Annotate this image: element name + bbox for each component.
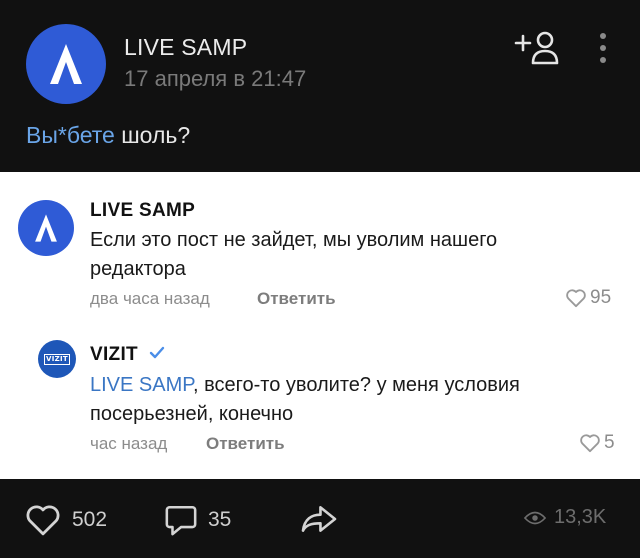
more-icon[interactable] bbox=[597, 32, 609, 64]
comment-text: LIVE SAMP, всего-то уволите? у меня усло… bbox=[90, 371, 590, 429]
heart-icon bbox=[566, 289, 586, 308]
post-date: 17 апреля в 21:47 bbox=[124, 66, 307, 91]
comment-like-count: 5 bbox=[604, 432, 615, 453]
comment-avatar[interactable] bbox=[18, 200, 74, 256]
comment-like-button[interactable]: 5 bbox=[579, 432, 615, 454]
comment-time: час назад bbox=[90, 434, 168, 453]
comment-like-button[interactable]: 95 bbox=[565, 287, 611, 309]
post-text-rest: шоль? bbox=[114, 122, 191, 148]
comment-author-name: VIZIT bbox=[90, 344, 138, 365]
heart-icon bbox=[580, 434, 600, 453]
comment-text: Если это пост не зайдет, мы уволим нашег… bbox=[90, 229, 498, 280]
live-samp-logo-icon bbox=[50, 44, 82, 84]
vizit-logo: VIZIT bbox=[44, 353, 70, 365]
comment-avatar[interactable]: VIZIT bbox=[38, 340, 76, 378]
verified-icon bbox=[149, 346, 164, 359]
like-count: 502 bbox=[72, 508, 108, 531]
views-counter: 13,3K bbox=[524, 506, 606, 529]
heart-icon bbox=[26, 505, 60, 536]
add-friend-icon[interactable] bbox=[514, 30, 560, 66]
post-text: Вы*бете шоль? bbox=[26, 122, 190, 149]
comment-time: два часа назад bbox=[90, 289, 210, 308]
author-avatar[interactable] bbox=[26, 24, 106, 104]
comment-mention[interactable]: LIVE SAMP bbox=[90, 374, 193, 396]
views-count: 13,3K bbox=[554, 506, 607, 528]
comment-author[interactable]: LIVE SAMP bbox=[90, 200, 195, 222]
live-samp-logo-icon bbox=[35, 214, 57, 242]
post-header: LIVE SAMP 17 апреля в 21:47 Вы*бете шоль… bbox=[0, 0, 640, 172]
reply-button[interactable]: Ответить bbox=[206, 434, 285, 454]
like-button[interactable]: 502 bbox=[24, 503, 107, 537]
post-actions-bar: 502 35 13,3K bbox=[0, 479, 640, 558]
eye-icon bbox=[524, 511, 546, 524]
comment-button[interactable]: 35 bbox=[164, 503, 231, 537]
post-author-name[interactable]: LIVE SAMP bbox=[124, 34, 247, 61]
reply-button[interactable]: Ответить bbox=[257, 289, 336, 309]
comment-author[interactable]: VIZIT bbox=[90, 344, 166, 366]
share-button[interactable] bbox=[300, 503, 338, 535]
share-icon bbox=[301, 506, 337, 532]
comment-like-count: 95 bbox=[590, 287, 612, 308]
comment-count: 35 bbox=[208, 508, 232, 531]
comments-section: LIVE SAMP Если это пост не зайдет, мы ув… bbox=[0, 172, 640, 479]
comment-icon bbox=[165, 505, 197, 536]
post-text-highlight[interactable]: Вы*бете bbox=[26, 122, 115, 148]
